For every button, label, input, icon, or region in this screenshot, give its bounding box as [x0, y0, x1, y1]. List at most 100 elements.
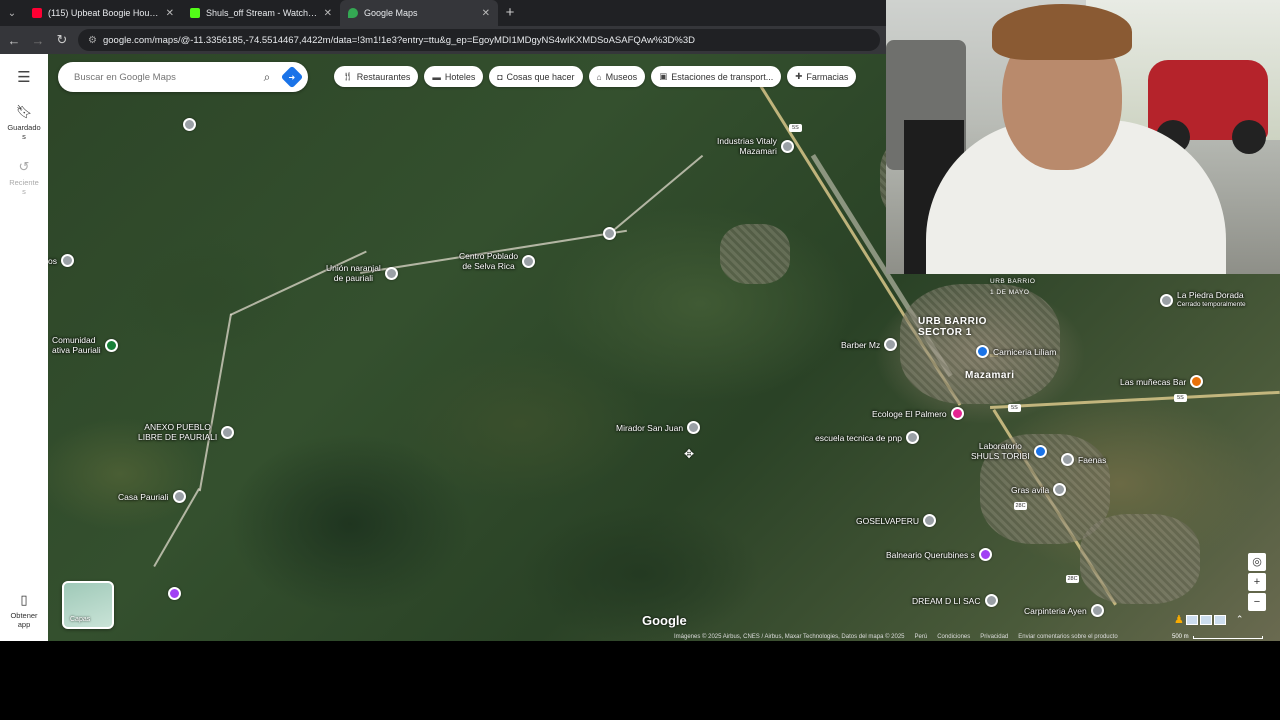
poi-casa-pauriali[interactable]: Casa Pauriali [118, 490, 186, 503]
poi-label: La Piedra Dorada [1177, 290, 1244, 300]
search-input[interactable] [74, 71, 256, 83]
scale-label: 500 m [1172, 634, 1189, 640]
forward-arrow-icon[interactable]: → [30, 33, 46, 48]
address-bar[interactable]: ⚙ google.com/maps/@-11.3356185,-74.55144… [78, 29, 880, 51]
maps-side-rail: ☰ 🔖︎ Guardado s ↺ Reciente s ▯ Obtener a… [0, 54, 48, 641]
chip-museos[interactable]: ⌂ Museos [588, 66, 646, 87]
poi-dream-d-li[interactable]: DREAM D LI SAC [912, 594, 998, 607]
poi-comunidad-nativa[interactable]: Comunidad ativa Pauriali [52, 335, 118, 355]
tab-search-chevron-icon[interactable]: ⌄ [0, 0, 24, 26]
poi-label: Casa Pauriali [118, 491, 169, 502]
tab-title: Google Maps [364, 8, 418, 18]
poi-carniceria[interactable]: Carniceria Liliam [976, 345, 1056, 358]
layers-button[interactable]: Capas [62, 581, 114, 629]
poi-goselvaperu[interactable]: GOSELVAPERU [856, 514, 936, 527]
town-area [900, 284, 1060, 404]
poi-label: Las muñecas Bar [1120, 376, 1187, 387]
poi-marker[interactable] [168, 587, 181, 600]
search-icon[interactable]: ⌕ [256, 70, 278, 85]
site-info-icon[interactable]: ⚙ [88, 35, 97, 46]
poi-label: Balneario Querubines s [886, 549, 975, 560]
poi-label: Carpinteria Ayen [1024, 605, 1087, 616]
poi-industrias-vitaly[interactable]: Industrias Vitaly Mazamari [717, 136, 794, 156]
poi-centro-poblado[interactable]: Centro Poblado de Selva Rica [459, 251, 536, 271]
youtube-favicon-icon [32, 8, 42, 18]
browser-tab-kick[interactable]: Shuls_off Stream - Watch Live o ✕ [182, 0, 340, 26]
chip-cosas-que-hacer[interactable]: ◘ Cosas que hacer [489, 66, 583, 87]
poi-escuela-tecnica[interactable]: escuela tecnica de pnp [815, 431, 919, 444]
google-logo: Google [642, 613, 687, 628]
scale-line [1192, 635, 1263, 639]
get-app-button[interactable]: ▯ Obtener app [0, 592, 48, 629]
chip-label: Hoteles [444, 71, 476, 82]
viewpoint-pin-icon [687, 421, 701, 434]
location-pin-icon [172, 490, 186, 503]
chip-hoteles[interactable]: ▬ Hoteles [424, 66, 484, 87]
poi-anexo-pueblo[interactable]: ANEXO PUEBLO LIBRE DE PAURIALI [138, 422, 235, 442]
highway-shield: 28C [1014, 502, 1027, 510]
poi-marker[interactable] [603, 227, 616, 240]
poi-carpinteria[interactable]: Carpinteria Ayen [1024, 604, 1104, 617]
saved-button[interactable]: 🔖︎ Guardado s [0, 104, 48, 141]
transit-icon: ▣ [659, 71, 668, 81]
poi-union-naranjal[interactable]: Unión naranjal de pauriali [326, 263, 398, 283]
reload-icon[interactable]: ↻ [54, 32, 70, 48]
area-label-1-de-mayo: URB BARRIO 1 DE MAYO [990, 278, 1036, 296]
poi-ecolodge[interactable]: Ecologe El Palmero [872, 407, 964, 420]
history-icon: ↺ [18, 159, 30, 174]
scale-bar[interactable]: 500 m [1172, 634, 1263, 640]
school-pin-icon [905, 431, 919, 444]
poi-laboratorio[interactable]: Laboratorio SHULS TORIBI [971, 441, 1047, 461]
shop-pin-icon [1033, 444, 1047, 458]
poi-label: escuela tecnica de pnp [815, 432, 902, 443]
maps-search-box: ⌕ ➜ [58, 62, 308, 92]
shop-pin-icon [976, 345, 989, 358]
chip-estaciones-transporte[interactable]: ▣ Estaciones de transport... [651, 66, 782, 87]
dirt-road [230, 250, 367, 316]
poi-marker[interactable] [183, 118, 196, 131]
poi-las-munecas-bar[interactable]: Las muñecas Bar [1120, 375, 1204, 388]
zoom-in-button[interactable]: + [1248, 573, 1266, 591]
imagery-thumb[interactable] [1213, 614, 1226, 625]
imagery-thumb[interactable] [1185, 614, 1198, 625]
close-tab-icon[interactable]: ✕ [166, 8, 174, 19]
recent-button[interactable]: ↺ Reciente s [0, 159, 48, 196]
chip-farmacias[interactable]: ✚ Farmacias [787, 66, 857, 87]
poi-faenas[interactable]: Faenas [1061, 453, 1106, 466]
browser-tab-youtube[interactable]: (115) Upbeat Boogie House for ✕ [24, 0, 182, 26]
close-tab-icon[interactable]: ✕ [324, 8, 332, 19]
browser-tab-google-maps[interactable]: Google Maps ✕ [340, 0, 498, 26]
location-pin-icon [1053, 483, 1067, 496]
google-maps-favicon-icon [348, 8, 358, 18]
poi-balneario[interactable]: Balneario Querubines s [886, 548, 992, 561]
poi-left-edge[interactable]: os [48, 254, 74, 267]
tab-title: (115) Upbeat Boogie House for [48, 8, 160, 18]
pegman-icon[interactable]: ♟ [1174, 613, 1184, 626]
purple-pin-icon [168, 587, 181, 600]
directions-button[interactable]: ➜ [280, 65, 304, 89]
pharmacy-icon: ✚ [795, 71, 803, 81]
poi-mirador-san-juan[interactable]: Mirador San Juan [616, 421, 701, 434]
back-arrow-icon[interactable]: ← [6, 33, 22, 48]
location-pin-icon [984, 594, 998, 607]
location-pin-icon [922, 514, 936, 527]
poi-gras-avila[interactable]: Gras avila [1011, 483, 1067, 496]
poi-barber-mz[interactable]: Barber Mz [841, 338, 898, 351]
poi-la-piedra-dorada[interactable]: La Piedra Dorada Cerrado temporalmente [1160, 290, 1246, 310]
poi-label: Faenas [1078, 454, 1107, 465]
chip-restaurantes[interactable]: 🍴︎ Restaurantes [334, 66, 419, 87]
my-location-icon[interactable]: ◎ [1248, 553, 1266, 571]
new-tab-plus-icon[interactable]: + [498, 0, 522, 26]
poi-label: Mirador San Juan [616, 422, 684, 433]
area-label-urb-barrio: URB BARRIO SECTOR 1 [918, 316, 987, 338]
person-hair [992, 4, 1132, 60]
highway-shield: 5S [1174, 394, 1187, 402]
close-tab-icon[interactable]: ✕ [482, 8, 490, 19]
expand-up-icon[interactable]: ⌃ [1236, 614, 1244, 625]
hamburger-menu-icon[interactable]: ☰ [17, 68, 30, 86]
location-pin-icon [522, 254, 536, 268]
zoom-out-button[interactable]: − [1248, 593, 1266, 611]
camera-icon: ◘ [497, 71, 503, 82]
poi-label: Laboratorio SHULS TORIBI [971, 441, 1030, 461]
imagery-thumb[interactable] [1199, 614, 1212, 625]
